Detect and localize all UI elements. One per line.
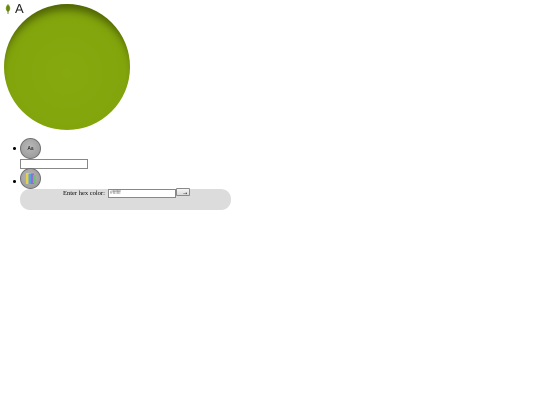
arrow-right-icon: → [183,191,188,197]
header-letter: A [15,1,24,16]
bullet [13,147,16,150]
header: A [4,2,24,16]
bullet [13,180,16,183]
page: A Aa Enter hex color: → [0,0,540,405]
apply-color-button[interactable]: → [176,188,190,197]
font-icon: Aa [27,145,34,152]
color-button[interactable] [20,168,41,189]
hex-color-input[interactable] [108,189,176,198]
color-preview-circle [4,4,130,130]
font-button[interactable]: Aa [20,138,41,159]
hex-color-label: Enter hex color: [63,190,105,197]
color-swatches-icon [25,173,35,184]
leaf-icon [5,4,11,14]
